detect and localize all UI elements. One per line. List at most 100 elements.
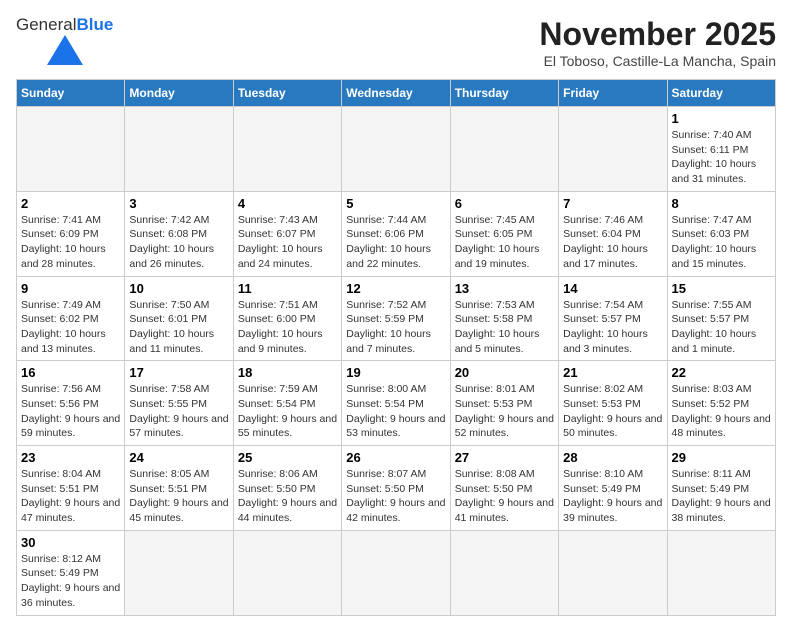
day-number: 6	[455, 196, 554, 211]
day-cell: 4 Sunrise: 7:43 AMSunset: 6:07 PMDaylight…	[233, 191, 341, 276]
day-number: 4	[238, 196, 337, 211]
day-cell: 13 Sunrise: 7:53 AMSunset: 5:58 PMDayligh…	[450, 276, 558, 361]
month-title: November 2025	[539, 16, 776, 53]
day-info: Sunrise: 7:58 AMSunset: 5:55 PMDaylight:…	[129, 382, 228, 441]
day-number: 26	[346, 450, 445, 465]
day-cell: 7 Sunrise: 7:46 AMSunset: 6:04 PMDaylight…	[559, 191, 667, 276]
day-cell: 10 Sunrise: 7:50 AMSunset: 6:01 PMDayligh…	[125, 276, 233, 361]
day-info: Sunrise: 8:05 AMSunset: 5:51 PMDaylight:…	[129, 467, 228, 526]
day-cell: 14 Sunrise: 7:54 AMSunset: 5:57 PMDayligh…	[559, 276, 667, 361]
day-number: 15	[672, 281, 771, 296]
day-number: 24	[129, 450, 228, 465]
day-cell: 19 Sunrise: 8:00 AMSunset: 5:54 PMDayligh…	[342, 361, 450, 446]
day-number: 28	[563, 450, 662, 465]
day-cell: 6 Sunrise: 7:45 AMSunset: 6:05 PMDaylight…	[450, 191, 558, 276]
day-cell: 25Sunrise: 8:06 AMSunset: 5:50 PMDayligh…	[233, 446, 341, 531]
day-cell	[17, 107, 125, 192]
day-info: Sunrise: 8:00 AMSunset: 5:54 PMDaylight:…	[346, 382, 445, 441]
day-info: Sunrise: 8:10 AMSunset: 5:49 PMDaylight:…	[563, 467, 662, 526]
day-cell: 17Sunrise: 7:58 AMSunset: 5:55 PMDayligh…	[125, 361, 233, 446]
day-info: Sunrise: 7:46 AMSunset: 6:04 PMDaylight:…	[563, 213, 662, 272]
day-cell: 26 Sunrise: 8:07 AMSunset: 5:50 PMDayligh…	[342, 446, 450, 531]
day-cell	[342, 530, 450, 615]
week-row-3: 9Sunrise: 7:49 AMSunset: 6:02 PMDaylight…	[17, 276, 776, 361]
day-cell	[450, 107, 558, 192]
day-info: Sunrise: 7:50 AMSunset: 6:01 PMDaylight:…	[129, 298, 228, 357]
day-info: Sunrise: 8:06 AMSunset: 5:50 PMDaylight:…	[238, 467, 337, 526]
day-cell: 20 Sunrise: 8:01 AMSunset: 5:53 PMDayligh…	[450, 361, 558, 446]
calendar-table: SundayMondayTuesdayWednesdayThursdayFrid…	[16, 79, 776, 616]
day-cell	[667, 530, 775, 615]
day-info: Sunrise: 8:11 AMSunset: 5:49 PMDaylight:…	[672, 467, 771, 526]
day-cell	[233, 530, 341, 615]
day-info: Sunrise: 8:02 AMSunset: 5:53 PMDaylight:…	[563, 382, 662, 441]
title-area: November 2025 El Toboso, Castille-La Man…	[539, 16, 776, 69]
day-number: 18	[238, 365, 337, 380]
col-header-sunday: Sunday	[17, 80, 125, 107]
day-info: Sunrise: 7:56 AMSunset: 5:56 PMDaylight:…	[21, 382, 120, 441]
day-info: Sunrise: 8:01 AMSunset: 5:53 PMDaylight:…	[455, 382, 554, 441]
day-info: Sunrise: 7:43 AMSunset: 6:07 PMDaylight:…	[238, 213, 337, 272]
day-info: Sunrise: 7:41 AMSunset: 6:09 PMDaylight:…	[21, 213, 120, 272]
logo-text: GeneralBlue	[16, 16, 113, 33]
day-cell: 23 Sunrise: 8:04 AMSunset: 5:51 PMDayligh…	[17, 446, 125, 531]
day-number: 13	[455, 281, 554, 296]
calendar-header-row: SundayMondayTuesdayWednesdayThursdayFrid…	[17, 80, 776, 107]
day-info: Sunrise: 7:54 AMSunset: 5:57 PMDaylight:…	[563, 298, 662, 357]
day-info: Sunrise: 8:04 AMSunset: 5:51 PMDaylight:…	[21, 467, 120, 526]
day-number: 7	[563, 196, 662, 211]
day-cell: 16 Sunrise: 7:56 AMSunset: 5:56 PMDayligh…	[17, 361, 125, 446]
day-info: Sunrise: 7:52 AMSunset: 5:59 PMDaylight:…	[346, 298, 445, 357]
day-cell	[559, 530, 667, 615]
day-cell: 30Sunrise: 8:12 AMSunset: 5:49 PMDayligh…	[17, 530, 125, 615]
day-cell	[342, 107, 450, 192]
col-header-tuesday: Tuesday	[233, 80, 341, 107]
day-cell: 9Sunrise: 7:49 AMSunset: 6:02 PMDaylight…	[17, 276, 125, 361]
day-cell: 1Sunrise: 7:40 AMSunset: 6:11 PMDaylight…	[667, 107, 775, 192]
day-number: 29	[672, 450, 771, 465]
day-number: 16	[21, 365, 120, 380]
day-cell	[559, 107, 667, 192]
col-header-saturday: Saturday	[667, 80, 775, 107]
day-number: 3	[129, 196, 228, 211]
col-header-thursday: Thursday	[450, 80, 558, 107]
day-cell: 15Sunrise: 7:55 AMSunset: 5:57 PMDayligh…	[667, 276, 775, 361]
week-row-1: 1Sunrise: 7:40 AMSunset: 6:11 PMDaylight…	[17, 107, 776, 192]
day-number: 2	[21, 196, 120, 211]
day-info: Sunrise: 8:07 AMSunset: 5:50 PMDaylight:…	[346, 467, 445, 526]
page-header: GeneralBlue November 2025 El Toboso, Cas…	[16, 16, 776, 69]
day-cell	[125, 107, 233, 192]
day-cell: 11Sunrise: 7:51 AMSunset: 6:00 PMDayligh…	[233, 276, 341, 361]
day-cell: 27Sunrise: 8:08 AMSunset: 5:50 PMDayligh…	[450, 446, 558, 531]
day-number: 5	[346, 196, 445, 211]
day-info: Sunrise: 8:12 AMSunset: 5:49 PMDaylight:…	[21, 552, 120, 611]
day-number: 23	[21, 450, 120, 465]
day-cell	[450, 530, 558, 615]
day-number: 11	[238, 281, 337, 296]
day-number: 10	[129, 281, 228, 296]
col-header-friday: Friday	[559, 80, 667, 107]
day-number: 21	[563, 365, 662, 380]
day-number: 27	[455, 450, 554, 465]
day-number: 20	[455, 365, 554, 380]
day-cell: 5 Sunrise: 7:44 AMSunset: 6:06 PMDaylight…	[342, 191, 450, 276]
day-cell: 18 Sunrise: 7:59 AMSunset: 5:54 PMDayligh…	[233, 361, 341, 446]
day-info: Sunrise: 8:03 AMSunset: 5:52 PMDaylight:…	[672, 382, 771, 441]
day-info: Sunrise: 7:40 AMSunset: 6:11 PMDaylight:…	[672, 128, 771, 187]
day-number: 9	[21, 281, 120, 296]
day-cell: 28 Sunrise: 8:10 AMSunset: 5:49 PMDayligh…	[559, 446, 667, 531]
day-cell: 21 Sunrise: 8:02 AMSunset: 5:53 PMDayligh…	[559, 361, 667, 446]
location-subtitle: El Toboso, Castille-La Mancha, Spain	[539, 53, 776, 69]
day-cell: 22Sunrise: 8:03 AMSunset: 5:52 PMDayligh…	[667, 361, 775, 446]
day-info: Sunrise: 7:59 AMSunset: 5:54 PMDaylight:…	[238, 382, 337, 441]
day-number: 19	[346, 365, 445, 380]
day-cell: 2 Sunrise: 7:41 AMSunset: 6:09 PMDaylight…	[17, 191, 125, 276]
day-cell: 29 Sunrise: 8:11 AMSunset: 5:49 PMDayligh…	[667, 446, 775, 531]
day-number: 12	[346, 281, 445, 296]
day-number: 14	[563, 281, 662, 296]
day-info: Sunrise: 7:45 AMSunset: 6:05 PMDaylight:…	[455, 213, 554, 272]
day-info: Sunrise: 7:47 AMSunset: 6:03 PMDaylight:…	[672, 213, 771, 272]
day-info: Sunrise: 7:44 AMSunset: 6:06 PMDaylight:…	[346, 213, 445, 272]
day-cell: 8Sunrise: 7:47 AMSunset: 6:03 PMDaylight…	[667, 191, 775, 276]
day-info: Sunrise: 7:53 AMSunset: 5:58 PMDaylight:…	[455, 298, 554, 357]
